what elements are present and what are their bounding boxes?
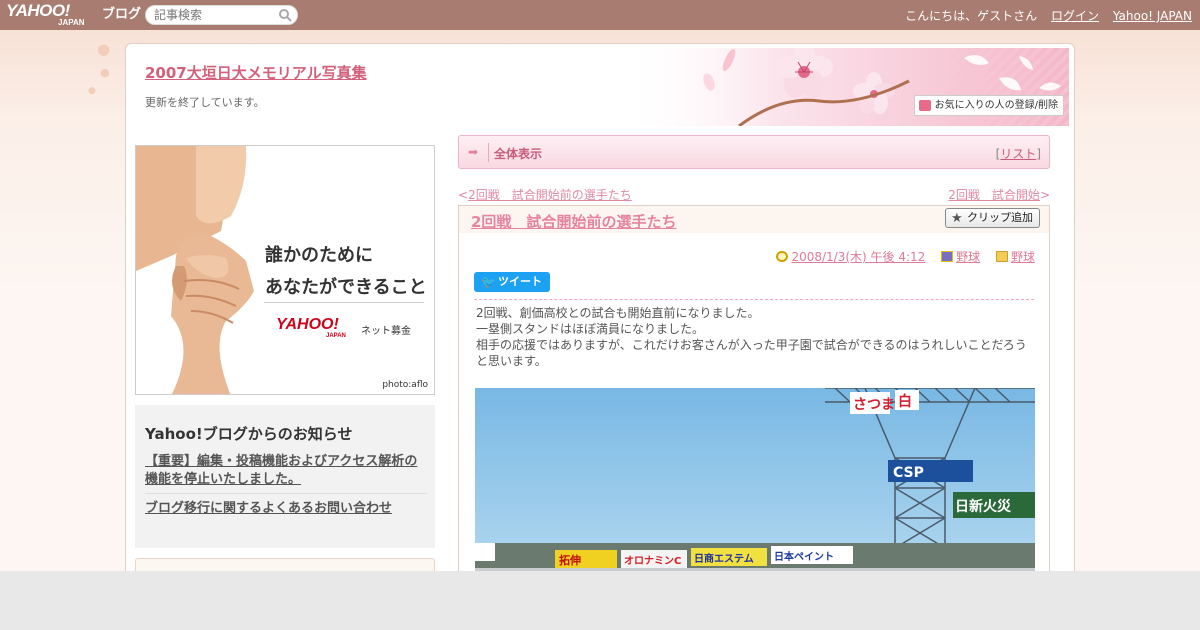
entry-divider: [474, 299, 1034, 300]
photo-sign-nissho: 日商エステム: [694, 552, 754, 565]
prev-article-nav: <2回戦 試合開始前の選手たち: [458, 186, 632, 203]
notice-link-feature-stop[interactable]: 【重要】編集・投稿機能およびアクセス解析の機能を停止いたしました。: [145, 453, 427, 489]
show-all-label: 全体表示: [494, 147, 543, 161]
blog-container: 2007大垣日大メモリアル写真集 更新を終了しています。 お気に入りの人の登録/…: [125, 43, 1075, 571]
prev-arrow-icon: <: [458, 188, 469, 202]
search-icon[interactable]: [278, 7, 292, 23]
entry-paragraph: 2回戦、創価高校との試合も開始直前になりました。: [476, 306, 760, 320]
yahoo-blog-logo[interactable]: YAHOO! JAPAN ブログ: [6, 2, 141, 28]
yahoo-japan-link[interactable]: Yahoo! JAPAN: [1113, 9, 1192, 23]
entry-paragraph: 一塁側スタンドはほぼ満員になりました。: [476, 322, 705, 336]
category-bar: ➡ 全体表示 [リスト]: [458, 135, 1050, 169]
clock-icon: [776, 251, 789, 262]
blog-logo-text: ブログ: [102, 6, 142, 21]
greeting-text: こんにちは、ゲストさん: [905, 9, 1038, 23]
photo-sign-oronamin: オロナミンC: [624, 555, 681, 567]
clip-add-label: クリップ追加: [967, 211, 1033, 224]
next-article-nav: 2回戦 試合開始>: [948, 186, 1050, 203]
favorite-register-label: お気に入りの人の登録/削除: [934, 100, 1058, 111]
paw-print-icon: ●: [100, 66, 110, 79]
next-arrow-icon: >: [1039, 188, 1050, 202]
twitter-bird-icon: 🐦: [481, 275, 496, 289]
tweet-label: ツイート: [498, 275, 542, 288]
stadium-photo[interactable]: さつま 白 CSP 日新火災 拓伸 オロナミンC 日商エステム 日本ペイント: [475, 388, 1035, 571]
entry-category-link[interactable]: 野球: [956, 250, 980, 264]
book-icon: [941, 251, 954, 262]
clip-add-button[interactable]: ★ クリップ追加: [945, 208, 1040, 228]
entry-folder-link[interactable]: 野球: [1011, 250, 1035, 264]
photo-sign-nisshin: 日新火災: [955, 498, 1012, 515]
user-links: こんにちは、ゲストさん ログイン Yahoo! JAPAN: [905, 7, 1192, 24]
entry-header: 2回戦 試合開始前の選手たち ★ クリップ追加: [459, 206, 1049, 233]
favorite-register-button[interactable]: お気に入りの人の登録/削除: [913, 95, 1064, 116]
ad-yahoo-logo-sub: JAPAN: [326, 333, 346, 339]
list-view-link[interactable]: リスト: [1000, 147, 1036, 161]
ad-service-name: ネット募金: [361, 326, 411, 337]
sidebar-box: [135, 558, 435, 571]
notice-link-faq[interactable]: ブログ移行に関するよくあるお問い合わせ: [145, 500, 427, 518]
category-bar-divider: [488, 143, 489, 162]
blog-description: 更新を終了しています。: [145, 96, 265, 109]
notice-divider: [145, 493, 427, 494]
top-bar: YAHOO! JAPAN ブログ こんにちは、ゲストさん ログイン Yahoo!…: [0, 0, 1200, 30]
login-link[interactable]: ログイン: [1051, 9, 1099, 23]
handshake-image: [136, 146, 434, 394]
entry-meta: 2008/1/3(木) 午後 4:12 野球 野球: [764, 248, 1035, 265]
arrow-right-icon: ➡: [468, 145, 479, 159]
notice-heading: Yahoo!ブログからのお知らせ: [145, 425, 353, 443]
tweet-button[interactable]: 🐦 ツイート: [474, 272, 550, 292]
yahoo-logo-sub: JAPAN: [58, 18, 85, 27]
list-view-control: [リスト]: [996, 145, 1041, 162]
heart-icon: [918, 100, 931, 111]
ad-divider: [264, 302, 424, 303]
photo-sign-nippon-paint: 日本ペイント: [774, 550, 834, 563]
ad-yahoo-logo: YAHOO!: [276, 316, 339, 333]
entry-paragraph: 相手の応援ではありますが、これだけお客さんが入った甲子園で試合ができるのはうれし…: [476, 338, 1027, 368]
search-input[interactable]: [154, 8, 274, 22]
prev-article-link[interactable]: 2回戦 試合開始前の選手たち: [468, 188, 632, 202]
search-box: [145, 5, 298, 25]
notice-box: Yahoo!ブログからのお知らせ 【重要】編集・投稿機能およびアクセス解析の機能…: [135, 405, 435, 548]
list-bracket-close: ]: [1036, 147, 1041, 161]
charity-ad-banner[interactable]: 誰かのために あなたができること YAHOO! JAPAN ネット募金 phot…: [135, 145, 435, 395]
blog-title[interactable]: 2007大垣日大メモリアル写真集: [145, 62, 367, 83]
blog-header: 2007大垣日大メモリアル写真集 更新を終了しています。 お気に入りの人の登録/…: [126, 44, 1074, 126]
folder-icon: [995, 251, 1008, 262]
photo-sign-white: 白: [898, 393, 912, 410]
paw-print-icon: ●: [97, 40, 111, 58]
star-icon: ★: [951, 211, 963, 226]
paw-print-icon: ●: [88, 86, 96, 96]
entry-body: 2回戦、創価高校との試合も開始直前になりました。 一塁側スタンドはほぼ満員になり…: [476, 305, 1036, 369]
ad-headline-1: 誰かのために: [265, 245, 373, 266]
ad-headline-2: あなたができること: [265, 277, 427, 298]
blog-entry: 2回戦 試合開始前の選手たち ★ クリップ追加 2008/1/3(木) 午後 4…: [458, 205, 1050, 571]
entry-date-link[interactable]: 2008/1/3(木) 午後 4:12: [791, 250, 925, 264]
next-article-link[interactable]: 2回戦 試合開始: [948, 188, 1040, 202]
photo-sign-satsuma: さつま: [853, 397, 895, 413]
photo-sign-csp: CSP: [893, 465, 924, 481]
page: YAHOO! JAPAN ブログ こんにちは、ゲストさん ログイン Yahoo!…: [0, 0, 1200, 571]
photo-sign-takushin: 拓伸: [559, 553, 581, 567]
ad-photo-credit: photo:aflo: [382, 380, 428, 390]
entry-title[interactable]: 2回戦 試合開始前の選手たち: [471, 211, 676, 232]
